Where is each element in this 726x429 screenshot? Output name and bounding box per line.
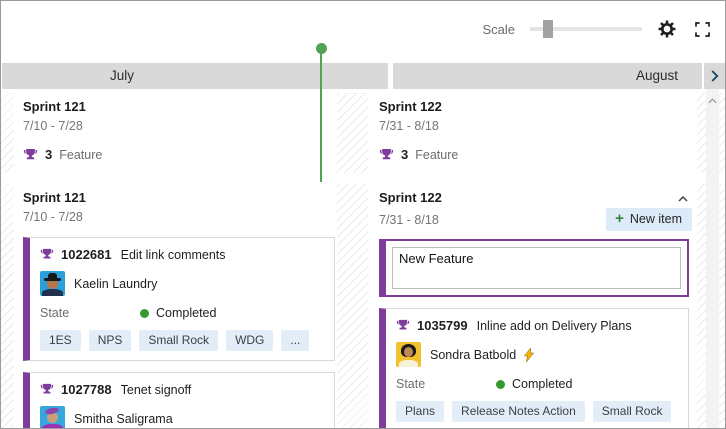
month-label: July (110, 68, 135, 83)
new-item-button[interactable]: + New item (606, 208, 692, 231)
tag-pill: NPS (88, 330, 132, 351)
sprint-dates: 7/31 - 8/18 (379, 212, 439, 227)
sprint-dates: 7/31 - 8/18 (379, 119, 439, 133)
feature-count: 3 (401, 147, 409, 162)
feature-type-label: Feature (59, 147, 103, 162)
fullscreen-icon (694, 21, 710, 37)
sprint-dates: 7/10 - 7/28 (23, 210, 83, 224)
scroll-next-button[interactable] (704, 63, 725, 89)
trophy-icon (396, 319, 410, 332)
state-dot-icon (140, 308, 149, 318)
work-item-card-1035799[interactable]: 1035799 Inline add on Delivery Plans Son… (379, 308, 689, 428)
avatar (396, 342, 421, 367)
sprint-title: Sprint 121 (23, 99, 86, 114)
plus-icon: + (615, 210, 624, 227)
fullscreen-button[interactable] (692, 19, 712, 39)
trophy-icon (40, 383, 54, 396)
scale-label: Scale (482, 21, 515, 37)
gear-icon (658, 20, 676, 38)
feature-type-label: Feature (415, 147, 459, 162)
assignee-name: Sondra Batbold (430, 347, 517, 362)
tag-pill: Small Rock (139, 330, 219, 351)
state-value: Completed (512, 377, 573, 391)
state-dot-icon (496, 379, 505, 389)
tag-pill: 1ES (40, 330, 81, 351)
avatar (40, 406, 65, 428)
work-item-card-1027788[interactable]: 1027788 Tenet signoff Smitha Saligrama (23, 372, 335, 428)
sprint-summary-band: Sprint 121 7/10 - 7/28 3 Feature Sprint … (1, 93, 725, 173)
scale-slider-thumb[interactable] (543, 20, 553, 38)
tag-pill: Release Notes Action (452, 401, 585, 422)
chevron-right-icon (711, 70, 719, 82)
chevron-up-icon (678, 196, 688, 202)
new-feature-title-input[interactable]: New Feature (392, 247, 681, 289)
tag-pill: Plans (396, 401, 445, 422)
sprint-title: Sprint 122 (379, 99, 442, 114)
sprint-summary-122[interactable]: Sprint 122 7/31 - 8/18 3 Feature (368, 93, 697, 173)
state-label: State (40, 306, 70, 320)
assignee-name: Kaelin Laundry (74, 276, 158, 291)
avatar (40, 271, 65, 296)
work-item-title: Inline add on Delivery Plans (476, 318, 632, 333)
work-item-title: Tenet signoff (120, 382, 192, 397)
tag-pill: Small Rock (592, 401, 672, 422)
month-segment-august: August (393, 63, 702, 89)
scale-slider[interactable] (530, 20, 642, 38)
work-item-card-1022681[interactable]: 1022681 Edit link comments Kaelin Laundr… (23, 237, 335, 361)
tag-pill: WDG (226, 330, 274, 351)
more-tags-pill[interactable]: ... (281, 330, 310, 351)
work-item-id: 1022681 (61, 247, 112, 262)
timeline-month-band: July August (1, 63, 725, 89)
scrollbar-up-icon (708, 89, 717, 428)
sprint-dates: 7/10 - 7/28 (23, 119, 83, 133)
sprint-title: Sprint 121 (23, 190, 86, 205)
month-label: August (635, 68, 678, 83)
work-item-id: 1027788 (61, 382, 112, 397)
feature-count: 3 (45, 147, 53, 162)
trophy-icon (379, 148, 394, 162)
sprint-column-122: Sprint 122 7/31 - 8/18 + New item New Fe… (368, 184, 697, 428)
lightning-icon (523, 347, 535, 362)
month-segment-july: July (2, 63, 388, 89)
state-label: State (396, 377, 426, 391)
trophy-icon (23, 148, 38, 162)
toolbar: Scale (1, 1, 725, 57)
work-item-title: Edit link comments (120, 247, 226, 262)
new-item-label: New item (629, 212, 682, 226)
state-value: Completed (156, 306, 217, 320)
sprint-title: Sprint 122 (379, 190, 442, 205)
settings-button[interactable] (657, 19, 677, 39)
sprint-card-band: Sprint 121 7/10 - 7/28 1022681 Edit link… (1, 184, 725, 428)
work-item-id: 1035799 (417, 318, 468, 333)
trophy-icon (40, 248, 54, 261)
new-feature-editor-card: New Feature (379, 239, 689, 297)
assignee-name: Smitha Saligrama (74, 411, 173, 426)
collapse-column-button[interactable] (674, 192, 692, 206)
sprint-column-121: Sprint 121 7/10 - 7/28 1022681 Edit link… (14, 184, 337, 428)
delivery-plan-view: Scale July August Sprint 121 7/10 - 7/28… (0, 0, 726, 429)
vertical-scrollbar[interactable] (706, 89, 719, 428)
today-marker-line (320, 53, 322, 182)
sprint-summary-121[interactable]: Sprint 121 7/10 - 7/28 3 Feature (14, 93, 337, 173)
